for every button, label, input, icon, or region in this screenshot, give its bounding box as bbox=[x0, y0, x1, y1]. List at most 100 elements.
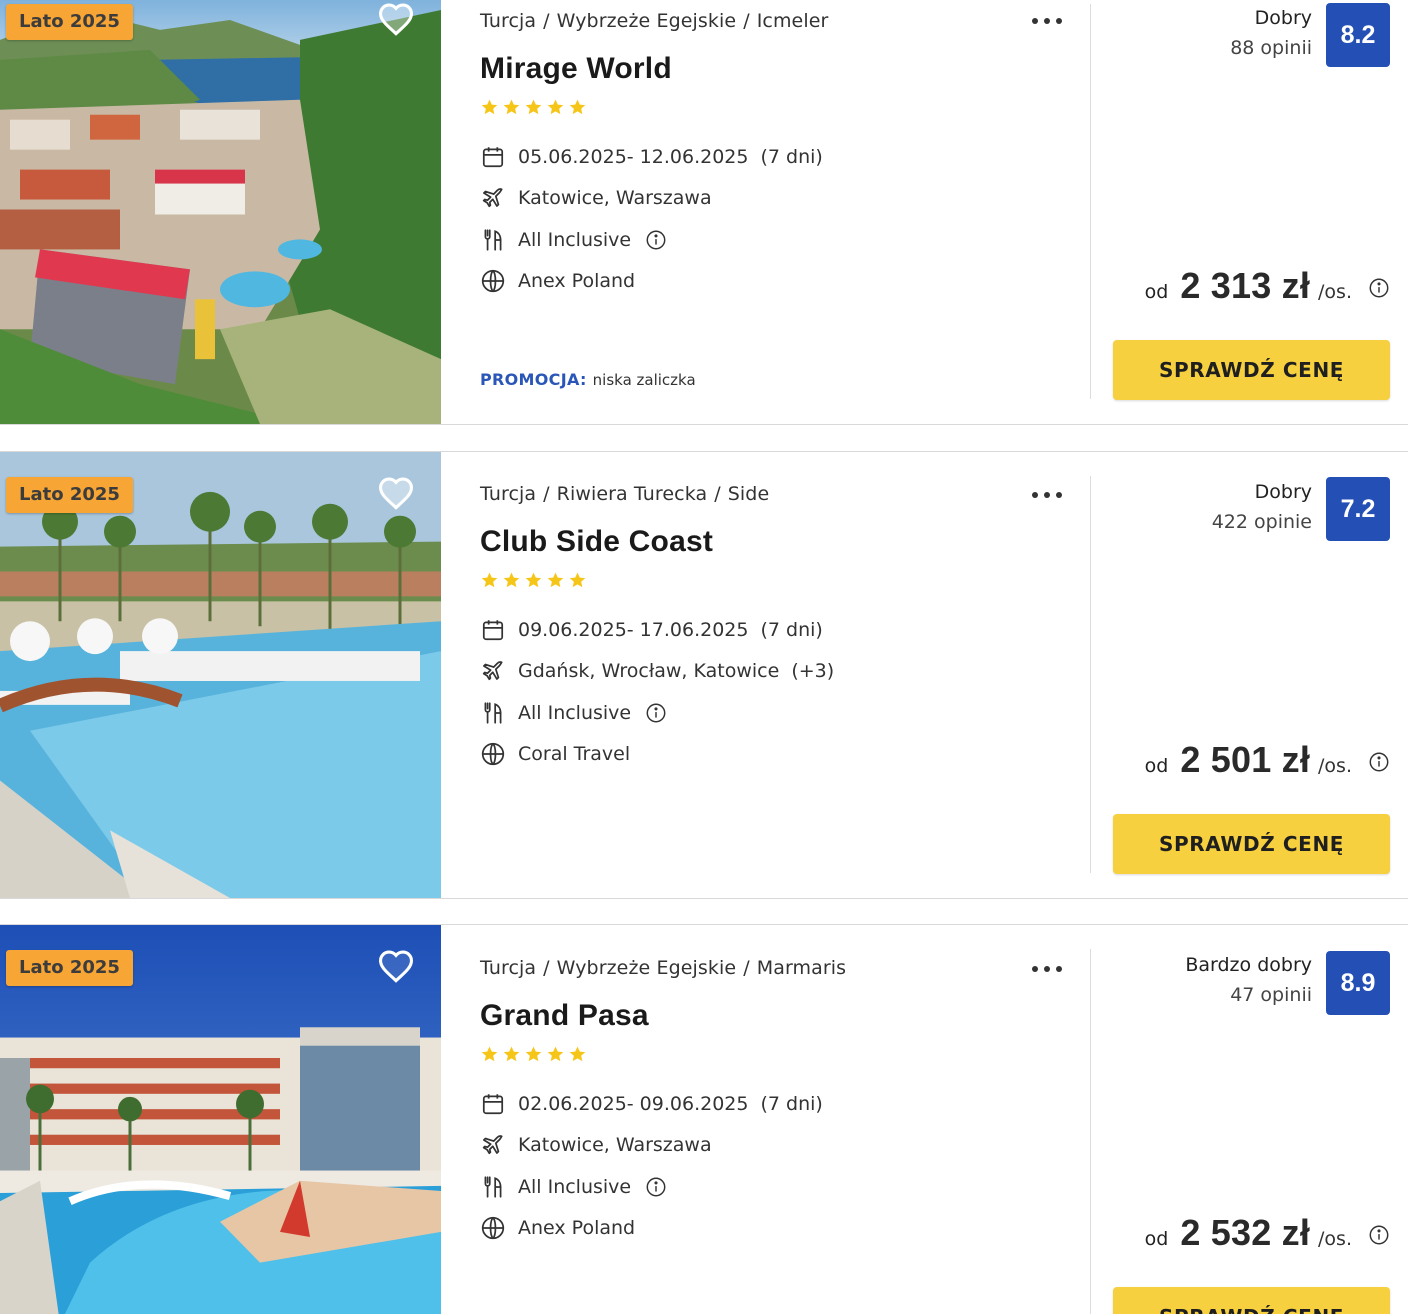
cutlery-icon bbox=[480, 1174, 506, 1200]
operator-row: Coral Travel bbox=[480, 734, 1070, 776]
departures-text: Gdańsk, Wrocław, Katowice bbox=[518, 660, 780, 683]
hotel-photo[interactable] bbox=[0, 0, 441, 424]
rating-summary: Bardzo dobry 47 opinii bbox=[1185, 950, 1312, 1010]
more-dots-icon[interactable] bbox=[1030, 963, 1064, 975]
hotel-name[interactable]: Club Side Coast bbox=[480, 525, 1070, 559]
review-count[interactable]: 422 opinie bbox=[1212, 507, 1312, 537]
info-icon[interactable] bbox=[1368, 277, 1390, 299]
board-text: All Inclusive bbox=[518, 228, 632, 251]
breadcrumb-city[interactable]: Icmeler bbox=[757, 10, 829, 32]
cutlery-icon bbox=[480, 227, 506, 253]
offer-card[interactable]: Lato 2025 Turcja / Wybrzeże Egejskie / Icmel… bbox=[0, 0, 1408, 425]
season-badge: Lato 2025 bbox=[6, 4, 133, 40]
star-icon bbox=[503, 572, 520, 588]
star-icon bbox=[525, 572, 542, 588]
check-price-button[interactable]: SPRAWDŹ CENĘ bbox=[1113, 1287, 1390, 1314]
divider bbox=[1090, 4, 1091, 399]
breadcrumb: Turcja / Wybrzeże Egejskie / Marmaris bbox=[480, 957, 847, 979]
breadcrumb-country[interactable]: Turcja bbox=[480, 483, 536, 505]
divider bbox=[1090, 476, 1091, 873]
price-unit: /os. bbox=[1318, 755, 1352, 777]
price-prefix: od bbox=[1144, 755, 1169, 777]
season-badge: Lato 2025 bbox=[6, 477, 133, 513]
dates-row: 09.06.2025- 17.06.2025 (7 dni) bbox=[480, 609, 1070, 651]
more-dots-icon[interactable] bbox=[1030, 15, 1064, 27]
check-price-button[interactable]: SPRAWDŹ CENĘ bbox=[1113, 814, 1390, 874]
offer-card[interactable]: Lato 2025 Turcja / Riwiera Turecka / Side Cl… bbox=[0, 451, 1408, 899]
departures-row: Gdańsk, Wrocław, Katowice (+3) bbox=[480, 651, 1070, 693]
rating-label: Bardzo dobry bbox=[1185, 954, 1312, 976]
price-unit: /os. bbox=[1318, 1228, 1352, 1250]
info-icon[interactable] bbox=[645, 229, 667, 251]
departures-row: Katowice, Warszawa bbox=[480, 178, 1070, 220]
review-count[interactable]: 47 opinii bbox=[1185, 980, 1312, 1010]
offer-card[interactable]: Lato 2025 Turcja / Wybrzeże Egejskie / Marma… bbox=[0, 924, 1408, 1314]
heart-icon[interactable] bbox=[377, 949, 415, 983]
operator-text: Anex Poland bbox=[518, 270, 636, 293]
price: od 2 532 zł /os. bbox=[1145, 1212, 1390, 1254]
rating-label: Dobry bbox=[1254, 481, 1312, 503]
plane-icon bbox=[480, 185, 506, 211]
heart-icon[interactable] bbox=[377, 476, 415, 510]
star-icon bbox=[569, 572, 586, 588]
rating-summary: Dobry 422 opinie bbox=[1212, 477, 1312, 537]
more-dots-icon[interactable] bbox=[1030, 489, 1064, 501]
info-icon[interactable] bbox=[1368, 1224, 1390, 1246]
info-icon[interactable] bbox=[1368, 751, 1390, 773]
cutlery-icon bbox=[480, 700, 506, 726]
star-icon bbox=[481, 572, 498, 588]
star-icon bbox=[569, 99, 586, 115]
breadcrumb: Turcja / Wybrzeże Egejskie / Icmeler bbox=[480, 10, 829, 32]
breadcrumb-region[interactable]: Wybrzeże Egejskie bbox=[557, 10, 737, 32]
price-prefix: od bbox=[1144, 1228, 1169, 1250]
calendar-icon bbox=[480, 1091, 506, 1117]
breadcrumb: Turcja / Riwiera Turecka / Side bbox=[480, 483, 770, 505]
breadcrumb-country[interactable]: Turcja bbox=[480, 957, 536, 979]
price-amount: 2 501 zł bbox=[1180, 739, 1311, 780]
info-icon[interactable] bbox=[645, 1176, 667, 1198]
hotel-stars bbox=[480, 98, 1070, 118]
star-icon bbox=[547, 99, 564, 115]
price-amount: 2 532 zł bbox=[1180, 1212, 1311, 1253]
calendar-icon bbox=[480, 617, 506, 643]
star-icon bbox=[569, 1046, 586, 1062]
heart-icon[interactable] bbox=[377, 2, 415, 36]
hotel-name[interactable]: Mirage World bbox=[480, 52, 1070, 86]
rating-score: 8.2 bbox=[1326, 3, 1390, 67]
dates-row: 02.06.2025- 09.06.2025 (7 dni) bbox=[480, 1083, 1070, 1125]
info-icon[interactable] bbox=[645, 702, 667, 724]
breadcrumb-region[interactable]: Riwiera Turecka bbox=[557, 483, 708, 505]
duration-text: (7 dni) bbox=[760, 145, 823, 168]
board-row: All Inclusive bbox=[480, 692, 1070, 734]
star-icon bbox=[547, 1046, 564, 1062]
duration-text: (7 dni) bbox=[760, 1092, 823, 1115]
hotel-stars bbox=[480, 1045, 1070, 1065]
duration-text: (7 dni) bbox=[760, 618, 823, 641]
departures-row: Katowice, Warszawa bbox=[480, 1125, 1070, 1167]
promo-text: niska zaliczka bbox=[592, 371, 696, 389]
calendar-icon bbox=[480, 144, 506, 170]
hotel-name[interactable]: Grand Pasa bbox=[480, 999, 1070, 1033]
departures-more[interactable]: (+3) bbox=[791, 660, 834, 682]
board-text: All Inclusive bbox=[518, 701, 632, 724]
breadcrumb-country[interactable]: Turcja bbox=[480, 10, 536, 32]
breadcrumb-city[interactable]: Marmaris bbox=[757, 957, 846, 979]
dates-text: 09.06.2025- 17.06.2025 bbox=[518, 618, 749, 641]
price-prefix: od bbox=[1144, 281, 1169, 303]
board-row: All Inclusive bbox=[480, 219, 1070, 261]
star-icon bbox=[525, 1046, 542, 1062]
check-price-button[interactable]: SPRAWDŹ CENĘ bbox=[1113, 340, 1390, 400]
board-row: All Inclusive bbox=[480, 1166, 1070, 1208]
review-count[interactable]: 88 opinii bbox=[1230, 33, 1312, 63]
promo: PROMOCJA: niska zaliczka bbox=[480, 370, 696, 389]
star-icon bbox=[525, 99, 542, 115]
departures-text: Katowice, Warszawa bbox=[518, 187, 712, 210]
price: od 2 313 zł /os. bbox=[1145, 265, 1390, 307]
breadcrumb-city[interactable]: Side bbox=[728, 483, 770, 505]
rating-label: Dobry bbox=[1254, 7, 1312, 29]
operator-row: Anex Poland bbox=[480, 261, 1070, 303]
price-amount: 2 313 zł bbox=[1180, 265, 1311, 306]
breadcrumb-region[interactable]: Wybrzeże Egejskie bbox=[557, 957, 737, 979]
globe-icon bbox=[480, 1215, 506, 1241]
hotel-photo[interactable] bbox=[0, 452, 441, 898]
